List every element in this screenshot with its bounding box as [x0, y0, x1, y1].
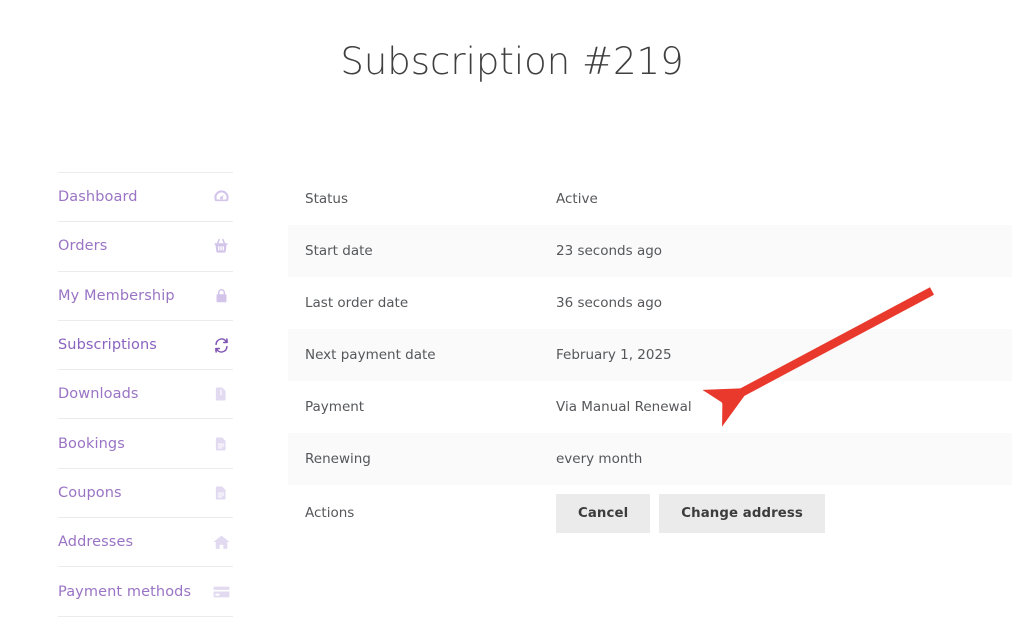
lock-icon — [211, 286, 231, 306]
sidebar-item-label: Bookings — [58, 435, 125, 452]
actions-cell: Cancel Change address — [556, 493, 1012, 533]
change-address-button[interactable]: Change address — [659, 493, 825, 533]
row-value: 23 seconds ago — [556, 243, 663, 259]
sidebar-item-label: Payment methods — [58, 583, 192, 600]
status-badge: Active — [556, 191, 598, 207]
cancel-button[interactable]: Cancel — [556, 493, 651, 533]
sidebar-item-label: Addresses — [58, 534, 134, 551]
download-file-icon — [211, 384, 231, 404]
table-row: Renewing every month — [288, 433, 1012, 485]
gauge-icon — [211, 187, 231, 207]
basket-icon — [211, 236, 231, 256]
sidebar-item-orders[interactable]: Orders — [58, 222, 233, 272]
account-sidebar-nav: Dashboard Orders My Membership Subscript… — [58, 172, 233, 617]
table-row: Next payment date February 1, 2025 — [288, 329, 1012, 381]
row-value: February 1, 2025 — [556, 347, 672, 363]
sidebar-item-dashboard[interactable]: Dashboard — [58, 173, 233, 223]
credit-card-icon — [211, 582, 231, 602]
row-label: Renewing — [305, 451, 371, 467]
sidebar-item-subscriptions[interactable]: Subscriptions — [58, 321, 233, 371]
row-value: every month — [556, 451, 643, 467]
sidebar-item-payment-methods[interactable]: Payment methods — [58, 567, 233, 617]
row-label: Start date — [305, 243, 373, 259]
sidebar-item-coupons[interactable]: Coupons — [58, 469, 233, 519]
sidebar-item-bookings[interactable]: Bookings — [58, 419, 233, 469]
table-row: Start date 23 seconds ago — [288, 225, 1012, 277]
row-label: Actions — [305, 505, 355, 521]
row-label: Status — [305, 191, 349, 207]
table-row: Last order date 36 seconds ago — [288, 277, 1012, 329]
row-label: Last order date — [305, 295, 409, 311]
table-row: Payment Via Manual Renewal — [288, 381, 1012, 433]
sidebar-item-label: Downloads — [58, 386, 139, 403]
row-value: Via Manual Renewal — [556, 399, 692, 415]
page-title: Subscription #219 — [340, 40, 684, 83]
document-icon — [211, 434, 231, 454]
sidebar-item-label: Coupons — [58, 484, 122, 501]
row-label: Next payment date — [305, 347, 436, 363]
sidebar-item-label: Orders — [58, 238, 108, 255]
table-row: Status Active — [288, 173, 1012, 225]
account-page: Subscription #219 Dashboard Orders My Me… — [0, 0, 1024, 625]
row-label: Payment — [305, 399, 365, 415]
row-value: 36 seconds ago — [556, 295, 663, 311]
sync-icon — [211, 335, 231, 355]
subscription-details-table: Status Active Start date 23 seconds ago … — [288, 173, 1012, 541]
document-icon — [211, 483, 231, 503]
sidebar-item-my-membership[interactable]: My Membership — [58, 272, 233, 321]
sidebar-item-downloads[interactable]: Downloads — [58, 370, 233, 420]
home-icon — [211, 532, 231, 552]
sidebar-item-label: Dashboard — [58, 189, 138, 206]
sidebar-item-label: My Membership — [58, 287, 175, 304]
sidebar-item-addresses[interactable]: Addresses — [58, 518, 233, 568]
table-row: Actions Cancel Change address — [288, 485, 1012, 541]
sidebar-item-label: Subscriptions — [58, 337, 157, 354]
